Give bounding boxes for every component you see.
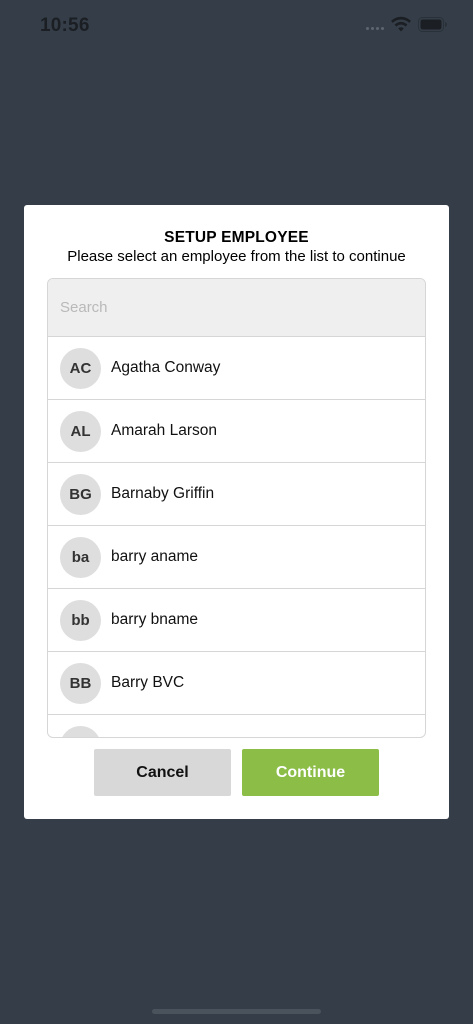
avatar: BB — [60, 662, 101, 704]
list-item[interactable]: AL Amarah Larson — [48, 400, 425, 463]
cancel-button[interactable]: Cancel — [94, 749, 231, 796]
avatar: ba — [60, 536, 101, 578]
status-time: 10:56 — [40, 15, 90, 36]
setup-employee-dialog: SETUP EMPLOYEE Please select an employee… — [24, 205, 449, 819]
continue-button[interactable]: Continue — [242, 749, 379, 796]
list-item[interactable]: BG Barnaby Griffin — [48, 463, 425, 526]
employee-name: Barnaby Griffin — [111, 485, 215, 502]
search-row — [48, 279, 425, 337]
dialog-title: SETUP EMPLOYEE — [164, 229, 309, 246]
employee-name: Amarah Larson — [111, 422, 217, 439]
avatar: BG — [60, 473, 101, 515]
list-item[interactable]: AC Agatha Conway — [48, 337, 425, 400]
employee-list[interactable]: AC Agatha Conway AL Amarah Larson BG Bar… — [47, 278, 426, 738]
employee-name: Barry BVC — [111, 674, 185, 691]
employee-name: Agatha Conway — [111, 359, 221, 376]
signal-dots-icon — [366, 27, 384, 30]
status-bar: 10:56 — [0, 0, 473, 52]
list-item[interactable]: bb barry bname — [48, 589, 425, 652]
list-item[interactable]: BB Barry BVC — [48, 652, 425, 715]
battery-icon — [418, 17, 447, 32]
avatar: AC — [60, 347, 101, 389]
list-item[interactable] — [48, 715, 425, 737]
dialog-buttons: Cancel Continue — [94, 749, 379, 796]
home-indicator[interactable] — [152, 1009, 321, 1014]
avatar: bb — [60, 599, 101, 641]
avatar — [60, 725, 101, 737]
wifi-icon — [391, 16, 411, 32]
employee-name: barry aname — [111, 548, 199, 565]
avatar: AL — [60, 410, 101, 452]
employee-name: barry bname — [111, 611, 199, 628]
dialog-subtitle: Please select an employee from the list … — [67, 248, 406, 265]
list-item[interactable]: ba barry aname — [48, 526, 425, 589]
search-input[interactable] — [48, 279, 425, 336]
